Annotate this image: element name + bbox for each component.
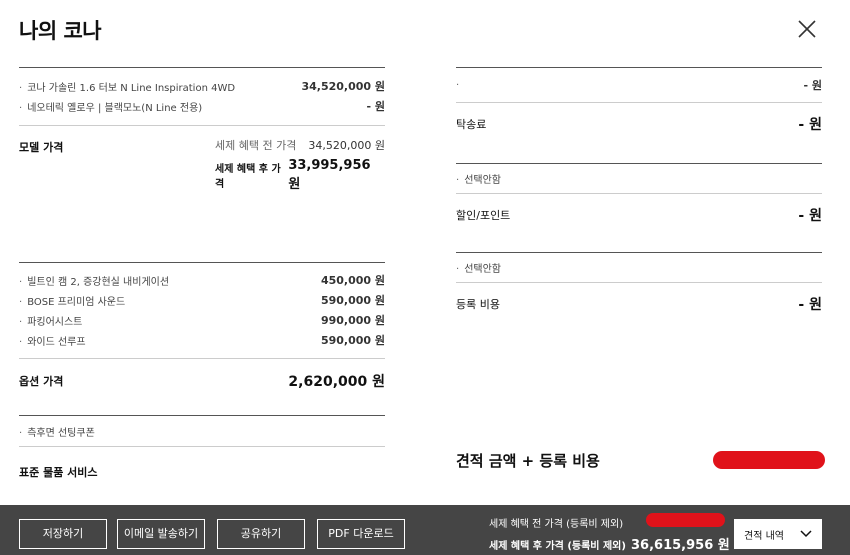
footer-before-label: 세제 혜택 전 가격 (등록비 제외) bbox=[489, 519, 624, 530]
option-label: 빌트인 캠 2, 증강현실 내비게이션 bbox=[19, 273, 169, 288]
email-send-button[interactable]: 이메일 발송하기 bbox=[117, 519, 205, 549]
discount-label: 할인/포인트 bbox=[456, 209, 511, 222]
consignment-label: 탁송료 bbox=[456, 118, 487, 131]
option-label: 와이드 선루프 bbox=[19, 333, 85, 348]
misc-value: - 원 bbox=[803, 79, 822, 92]
footer-after-label: 세제 혜택 후 가격 (등록비 제외) bbox=[489, 541, 626, 552]
select-note-row: 선택안함 bbox=[456, 253, 822, 282]
option-row: 빌트인 캠 2, 증강현실 내비게이션 450,000 원 bbox=[19, 270, 385, 290]
share-button[interactable]: 공유하기 bbox=[217, 519, 305, 549]
registration-label: 등록 비용 bbox=[456, 298, 500, 311]
select-note-row: 선택안함 bbox=[456, 164, 822, 193]
price-breakdown-left: 코나 가솔린 1.6 터보 N Line Inspiration 4WD 34,… bbox=[19, 67, 385, 480]
select-note: 선택안함 bbox=[456, 171, 501, 186]
model-after-value: 33,995,956 원 bbox=[288, 158, 371, 192]
option-row: BOSE 프리미엄 사운드 590,000 원 bbox=[19, 290, 385, 310]
dropdown-label: 견적 내역 bbox=[744, 530, 784, 542]
redaction-mark bbox=[713, 451, 825, 469]
estimate-total-label: 견적 금액 + 등록 비용 bbox=[456, 452, 600, 470]
model-before-label: 세제 혜택 전 가격 bbox=[215, 139, 297, 152]
model-price-label: 모델 가격 bbox=[19, 141, 64, 154]
standard-service-label: 표준 물품 서비스 bbox=[19, 466, 98, 479]
misc-dot: · bbox=[456, 79, 460, 91]
trim-label: 코나 가솔린 1.6 터보 N Line Inspiration 4WD bbox=[19, 79, 235, 94]
option-label: BOSE 프리미엄 사운드 bbox=[19, 293, 125, 308]
save-button[interactable]: 저장하기 bbox=[19, 519, 107, 549]
option-value: 990,000 원 bbox=[320, 314, 385, 327]
footer-after-value: 36,615,956 원 bbox=[631, 538, 730, 553]
discount-value: - 원 bbox=[798, 208, 822, 224]
option-label: 파킹어시스트 bbox=[19, 313, 82, 328]
registration-row: 등록 비용 - 원 bbox=[456, 283, 822, 325]
registration-value: - 원 bbox=[798, 297, 822, 313]
option-price-value: 2,620,000 원 bbox=[288, 374, 385, 390]
color-value: - 원 bbox=[366, 100, 385, 113]
coupon-row: 측후면 선팅쿠폰 bbox=[19, 416, 385, 446]
discount-row: 할인/포인트 - 원 bbox=[456, 194, 822, 236]
consignment-row: 탁송료 - 원 bbox=[456, 103, 822, 151]
chevron-down-icon bbox=[800, 530, 812, 538]
option-price-row: 옵션 가격 2,620,000 원 bbox=[19, 359, 385, 401]
option-row: 와이드 선루프 590,000 원 bbox=[19, 330, 385, 350]
option-value: 590,000 원 bbox=[320, 294, 385, 307]
misc-row: · - 원 bbox=[456, 68, 822, 102]
option-price-label: 옵션 가격 bbox=[19, 375, 64, 388]
price-breakdown-right: · - 원 탁송료 - 원 선택안함 할인/포인트 - 원 선택안함 등록 비용… bbox=[456, 67, 822, 325]
page-title: 나의 코나 bbox=[19, 19, 102, 43]
model-before-value: 34,520,000 원 bbox=[308, 139, 385, 152]
trim-value: 34,520,000 원 bbox=[301, 80, 385, 93]
model-price-section: 모델 가격 세제 혜택 전 가격 34,520,000 원 세제 혜택 후 가격… bbox=[19, 126, 385, 206]
trim-row: 코나 가솔린 1.6 터보 N Line Inspiration 4WD 34,… bbox=[19, 76, 385, 96]
consignment-value: - 원 bbox=[798, 117, 822, 133]
select-note: 선택안함 bbox=[456, 260, 501, 275]
redaction-mark bbox=[646, 513, 725, 527]
color-row: 네오테릭 옐로우 | 블랙모노(N Line 전용) - 원 bbox=[19, 96, 385, 116]
color-label: 네오테릭 옐로우 | 블랙모노(N Line 전용) bbox=[19, 99, 202, 114]
estimate-history-dropdown[interactable]: 견적 내역 bbox=[734, 519, 822, 549]
option-value: 590,000 원 bbox=[320, 334, 385, 347]
footer-bar: 저장하기 이메일 발송하기 공유하기 PDF 다운로드 세제 혜택 전 가격 (… bbox=[0, 505, 850, 555]
model-after-label: 세제 혜택 후 가격 bbox=[215, 164, 281, 190]
pdf-download-button[interactable]: PDF 다운로드 bbox=[317, 519, 405, 549]
option-value: 450,000 원 bbox=[320, 274, 385, 287]
close-icon[interactable] bbox=[796, 18, 818, 40]
option-row: 파킹어시스트 990,000 원 bbox=[19, 310, 385, 330]
coupon-label: 측후면 선팅쿠폰 bbox=[19, 424, 95, 439]
